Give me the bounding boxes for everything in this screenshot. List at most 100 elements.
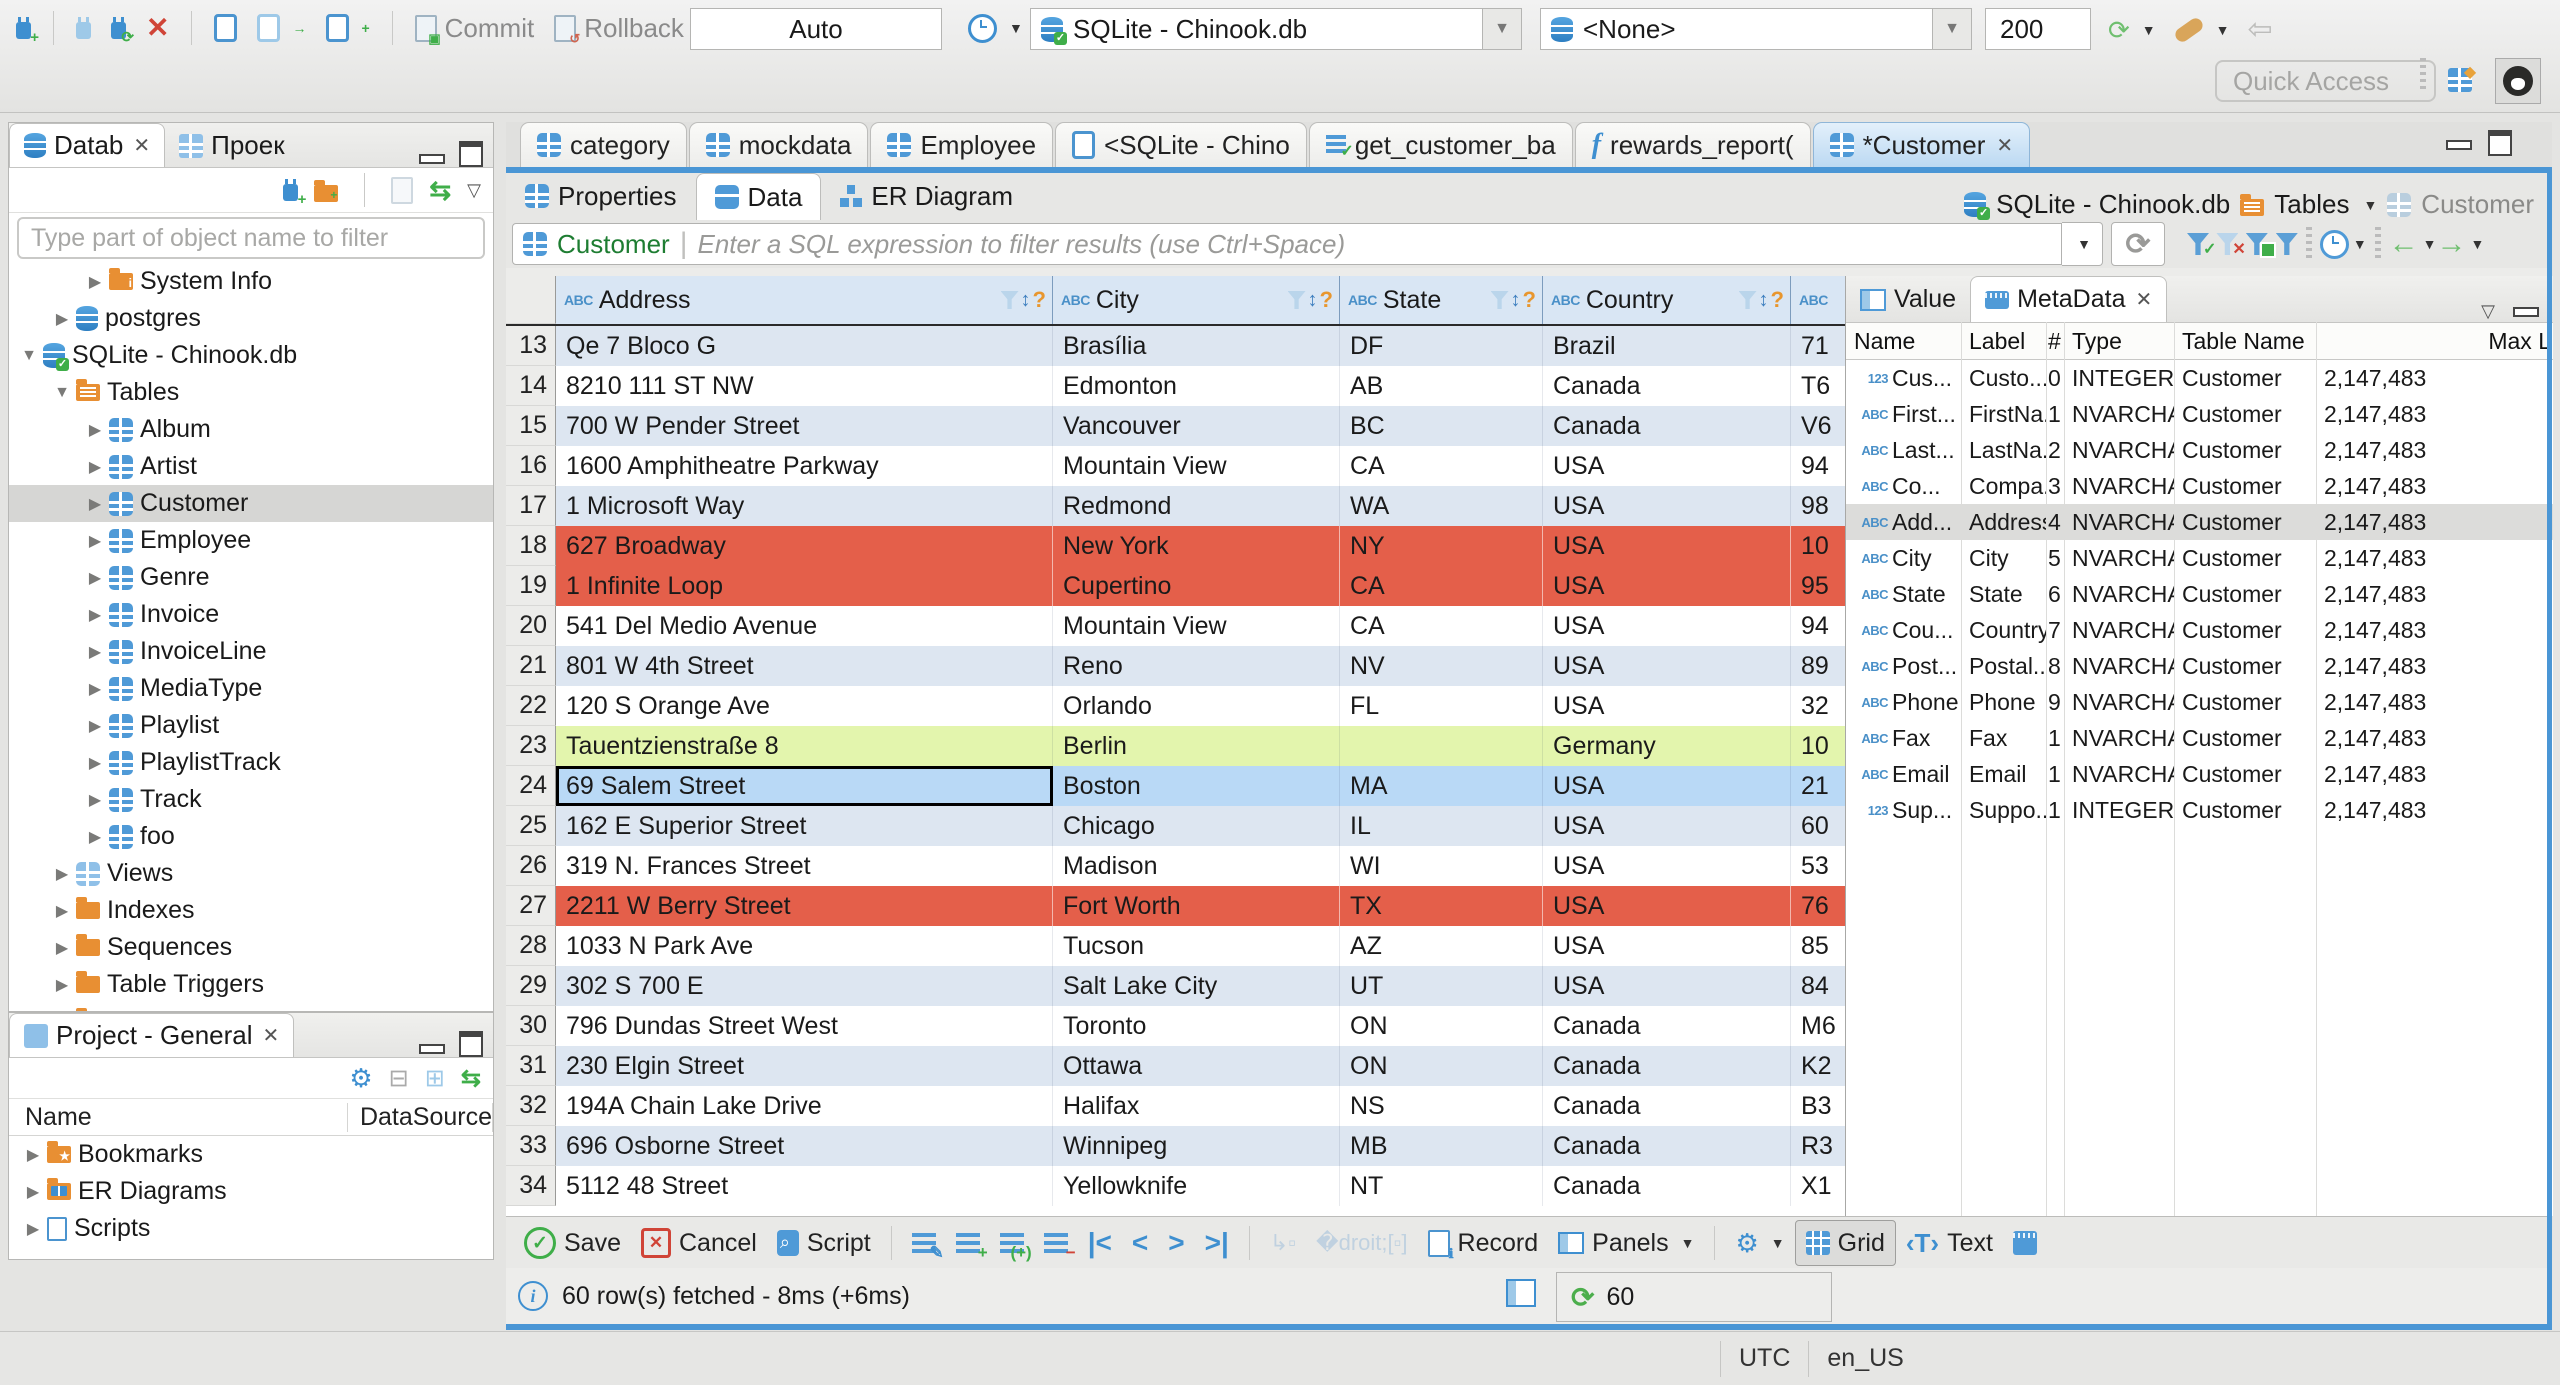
close-icon[interactable]: ✕ [2135, 287, 2152, 312]
sidebar-item-genre[interactable]: ▶ Genre [9, 559, 493, 596]
next-row-icon[interactable]: > [1158, 1227, 1194, 1259]
cell-country[interactable]: Canada [1543, 366, 1791, 406]
new-sql-editor-button[interactable]: + [318, 6, 377, 50]
cell-postalcode[interactable]: R3 [1791, 1126, 1845, 1166]
tree-arrow-icon[interactable]: ▶ [85, 494, 105, 514]
cell-address[interactable]: Tauentzienstraße 8 [556, 726, 1053, 766]
refresh-icon[interactable]: ⟳ [2111, 222, 2165, 266]
cell-state[interactable]: CA [1340, 446, 1543, 486]
tab-value[interactable]: Value [1846, 277, 1970, 322]
breadcrumb-entity[interactable]: Customer [2421, 189, 2534, 220]
meta-number-cell[interactable]: 0 [2046, 365, 2064, 392]
panels-button[interactable]: Panels ▼ [1548, 1221, 1704, 1265]
cell-postalcode[interactable]: M6 [1791, 1006, 1845, 1046]
cell-address[interactable]: 696 Osborne Street [556, 1126, 1053, 1166]
record-button[interactable]: ℹ Record [1418, 1221, 1549, 1265]
tree-arrow-icon[interactable]: ▼ [52, 384, 72, 402]
tree-arrow-icon[interactable]: ▶ [23, 1219, 43, 1239]
table-row[interactable]: 14 8210 111 ST NW Edmonton AB Canada T6 [506, 366, 1845, 406]
cell-postalcode[interactable]: 71 [1791, 326, 1845, 366]
minimize-icon[interactable] [419, 1044, 445, 1054]
minimize-icon[interactable] [419, 154, 445, 164]
sql-editor-button[interactable] [206, 6, 245, 50]
sidebar-item-foo[interactable]: ▶ foo [9, 818, 493, 855]
cell-address[interactable]: 1600 Amphitheatre Parkway [556, 446, 1053, 486]
cell-postalcode[interactable]: X1 [1791, 1166, 1845, 1206]
cell-postalcode[interactable]: 32 [1791, 686, 1845, 726]
metadata-row[interactable]: 123 Cus... Custo... 0 INTEGER Customer 2,147,4… [1846, 360, 2553, 396]
cell-city[interactable]: Fort Worth [1053, 886, 1340, 926]
cell-state[interactable]: CA [1340, 606, 1543, 646]
list-item-scripts[interactable]: ▶ Scripts [9, 1210, 493, 1247]
editor-tab-get-customer-ba[interactable]: get_customer_ba [1308, 122, 1573, 167]
meta-max-cell[interactable]: 2,147,483 [2316, 653, 2553, 680]
meta-type-cell[interactable]: NVARCHAR [2064, 545, 2174, 572]
table-row[interactable]: 29 302 S 700 E Salt Lake City UT USA 84 [506, 966, 1845, 1006]
schema-combo-dropdown[interactable]: ▼ [1932, 9, 1971, 49]
cell-postalcode[interactable]: 85 [1791, 926, 1845, 966]
cell-postalcode[interactable]: 60 [1791, 806, 1845, 846]
help-icon[interactable]: ? [1320, 287, 1333, 313]
close-icon[interactable]: ✕ [1996, 133, 2013, 158]
tab-projects[interactable]: Проек [165, 124, 298, 167]
column-header-name[interactable]: Name [1846, 328, 1961, 355]
focus-cell-icon[interactable]: �droit;[▫] [1306, 1221, 1418, 1265]
meta-number-cell[interactable]: 6 [2046, 581, 2064, 608]
cell-postalcode[interactable]: 84 [1791, 966, 1845, 1006]
cell-address[interactable]: 5112 48 Street [556, 1166, 1053, 1206]
cell-address[interactable]: 8210 111 ST NW [556, 366, 1053, 406]
cell-state[interactable]: MA [1340, 766, 1543, 806]
view-menu-icon[interactable]: ▽ [2481, 301, 2495, 322]
column-header-postalcode[interactable]: ABC [1791, 276, 1845, 324]
meta-number-cell[interactable]: 9 [2046, 689, 2064, 716]
sidebar-item-track[interactable]: ▶ Track [9, 781, 493, 818]
table-row[interactable]: 30 796 Dundas Street West Toronto ON Canada M… [506, 1006, 1845, 1046]
tab-metadata[interactable]: MetaData ✕ [1970, 276, 2168, 322]
meta-number-cell[interactable]: 1 [2046, 797, 2064, 824]
cell-country[interactable]: Canada [1543, 1006, 1791, 1046]
refresh-button[interactable]: ⟳ ▼ [2100, 8, 2164, 52]
tree-arrow-icon[interactable]: ▶ [23, 1182, 43, 1202]
sidebar-item-playlist[interactable]: ▶ Playlist [9, 707, 493, 744]
filter-apply-icon[interactable]: ✓ [2187, 223, 2216, 265]
cell-state[interactable]: AB [1340, 366, 1543, 406]
new-connection-icon[interactable]: + [283, 178, 306, 207]
cell-state[interactable]: NT [1340, 1166, 1543, 1206]
cell-postalcode[interactable]: 94 [1791, 606, 1845, 646]
table-row[interactable]: 20 541 Del Medio Avenue Mountain View CA USA… [506, 606, 1845, 646]
table-row[interactable]: 17 1 Microsoft Way Redmond WA USA 98 [506, 486, 1845, 526]
sort-icon[interactable]: ↕ [1511, 289, 1521, 312]
cell-address[interactable]: 230 Elgin Street [556, 1046, 1053, 1086]
tree-arrow-icon[interactable]: ▶ [85, 568, 105, 588]
quick-access-input[interactable]: Quick Access [2215, 60, 2436, 102]
editor-tab-rewards-report-[interactable]: f rewards_report( [1574, 122, 1811, 167]
settings-gear-icon[interactable]: ⚙ ▼ [1725, 1221, 1794, 1265]
new-connection-button[interactable]: + [8, 6, 39, 50]
reconnect-button[interactable]: ⟳ [103, 6, 134, 50]
cell-address[interactable]: 120 S Orange Ave [556, 686, 1053, 726]
tab-properties[interactable]: Properties [506, 172, 696, 220]
column-header-max-length[interactable]: Max L [2316, 328, 2553, 355]
tree-arrow-icon[interactable]: ▼ [19, 347, 39, 365]
breadcrumb-db[interactable]: SQLite - Chinook.db [1996, 189, 2230, 220]
tree-arrow-icon[interactable]: ▶ [52, 309, 72, 329]
fetch-next-icon[interactable]: → ▼ [2437, 223, 2485, 265]
cell-country[interactable]: USA [1543, 486, 1791, 526]
filter-icon[interactable] [1738, 291, 1757, 309]
meta-name-cell[interactable]: ABC Fax [1846, 725, 1961, 752]
cell-country[interactable]: USA [1543, 926, 1791, 966]
cell-address[interactable]: 302 S 700 E [556, 966, 1053, 1006]
sidebar-item-artist[interactable]: ▶ Artist [9, 448, 493, 485]
tree-arrow-icon[interactable]: ▶ [85, 716, 105, 736]
cell-country[interactable]: Canada [1543, 1046, 1791, 1086]
cell-state[interactable] [1340, 726, 1543, 766]
cell-postalcode[interactable]: K2 [1791, 1046, 1845, 1086]
schema-combo[interactable]: <None> ▼ [1540, 8, 1972, 50]
row-number-cell[interactable]: 32 [506, 1086, 556, 1126]
tree-arrow-icon[interactable]: ▶ [85, 457, 105, 477]
row-number-cell[interactable]: 14 [506, 366, 556, 406]
column-header-state[interactable]: ABC State ↕? [1340, 276, 1543, 324]
commit-button[interactable]: ▣ Commit [407, 6, 543, 50]
meta-label-cell[interactable]: Fax [1961, 725, 2046, 752]
editor-tab-employee[interactable]: Employee [870, 122, 1054, 167]
